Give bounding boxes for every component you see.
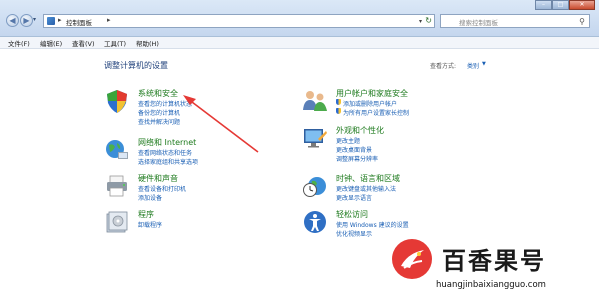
link-view-computer-status[interactable]: 查看您的计算机状态	[138, 99, 192, 108]
shield-icon[interactable]	[104, 88, 130, 114]
shield-icon	[336, 108, 341, 114]
category-title[interactable]: 外观和个性化	[336, 125, 384, 136]
menu-view[interactable]: 查看(V)	[72, 38, 95, 48]
brand-url: huangjinbaixiangguo.com	[436, 280, 546, 290]
appearance-icon[interactable]	[302, 125, 328, 151]
menu-help[interactable]: 帮助(H)	[136, 38, 159, 48]
menu-edit[interactable]: 编辑(E)	[40, 38, 62, 48]
category-hardware-sound: 硬件和声音 查看设备和打印机 添加设备	[104, 173, 274, 205]
link-recommended-settings[interactable]: 使用 Windows 建议的设置	[336, 220, 409, 229]
category-clock-language-region: 时钟、语言和区域 更改键盘或其他输入法 更改显示语言	[302, 173, 482, 205]
chevron-right-icon[interactable]: ▸	[107, 16, 111, 24]
category-title[interactable]: 时钟、语言和区域	[336, 173, 400, 184]
link-optimize-display[interactable]: 优化视频显示	[336, 229, 372, 238]
address-bar[interactable]: ▸ 控制面板 ▸ ▾ ↻	[43, 14, 435, 28]
shield-icon	[336, 99, 341, 105]
category-programs: 程序 卸载程序	[104, 209, 274, 237]
category-title[interactable]: 程序	[138, 209, 154, 220]
users-icon[interactable]	[302, 88, 328, 114]
brand-logo-icon	[392, 239, 432, 279]
category-title[interactable]: 硬件和声音	[138, 173, 178, 184]
watermark: 百香果号 huangjinbaixiangguo.com	[386, 237, 596, 291]
back-button[interactable]: ◀	[6, 14, 19, 27]
minimize-button[interactable]: –	[535, 0, 552, 10]
link-change-display-language[interactable]: 更改显示语言	[336, 193, 372, 202]
forward-button[interactable]: ▶	[20, 14, 33, 27]
link-parental-controls[interactable]: 为所有用户设置家长控制	[343, 108, 409, 117]
breadcrumb-control-panel[interactable]: 控制面板	[66, 17, 92, 27]
chevron-down-icon[interactable]: ▼	[482, 61, 486, 67]
search-icon[interactable]: ⚲	[579, 17, 585, 26]
address-dropdown-icon[interactable]: ▾	[419, 18, 422, 25]
programs-icon[interactable]	[104, 209, 130, 235]
category-network-internet: 网络和 Internet 查看网络状态和任务 选择家庭组和共享选项	[104, 137, 274, 169]
network-icon[interactable]	[104, 137, 130, 163]
link-desktop-background[interactable]: 更改桌面背景	[336, 145, 372, 154]
printer-icon[interactable]	[104, 173, 130, 199]
category-title[interactable]: 轻松访问	[336, 209, 368, 220]
menu-file[interactable]: 文件(F)	[8, 38, 30, 48]
link-screen-resolution[interactable]: 调整屏幕分辨率	[336, 154, 378, 163]
category-title[interactable]: 用户帐户和家庭安全	[336, 88, 408, 99]
link-add-device[interactable]: 添加设备	[138, 193, 162, 202]
link-uninstall-program[interactable]: 卸载程序	[138, 220, 162, 229]
control-panel-icon	[47, 17, 55, 25]
category-system-security: 系统和安全 查看您的计算机状态 备份您的计算机 查找并解决问题	[104, 88, 274, 128]
refresh-icon[interactable]: ↻	[425, 16, 432, 25]
view-by-label: 查看方式:	[430, 63, 457, 70]
title-bar: ◀ ▶ ▾ ▸ 控制面板 ▸ ▾ ↻ 搜索控制面板 ⚲ – □ ✕	[0, 0, 599, 37]
link-change-theme[interactable]: 更改主题	[336, 136, 360, 145]
window-controls: – □ ✕	[535, 0, 595, 10]
link-troubleshoot[interactable]: 查找并解决问题	[138, 117, 180, 126]
menu-bar: 文件(F) 编辑(E) 查看(V) 工具(T) 帮助(H)	[0, 37, 599, 49]
category-appearance: 外观和个性化 更改主题 更改桌面背景 调整屏幕分辨率	[302, 125, 482, 165]
link-backup-computer[interactable]: 备份您的计算机	[138, 108, 180, 117]
clock-globe-icon[interactable]	[302, 173, 328, 199]
category-title[interactable]: 系统和安全	[138, 88, 178, 99]
chevron-right-icon[interactable]: ▸	[58, 16, 62, 24]
ease-of-access-icon[interactable]	[302, 209, 328, 235]
link-network-status[interactable]: 查看网络状态和任务	[138, 148, 192, 157]
view-by-dropdown[interactable]: 类别	[467, 61, 479, 70]
search-placeholder: 搜索控制面板	[459, 19, 498, 27]
page-title: 调整计算机的设置	[104, 61, 168, 70]
maximize-button[interactable]: □	[552, 0, 569, 10]
menu-tools[interactable]: 工具(T)	[104, 38, 126, 48]
link-add-remove-accounts[interactable]: 添加或删除用户帐户	[343, 99, 397, 108]
category-user-accounts: 用户帐户和家庭安全 添加或删除用户帐户 为所有用户设置家长控制	[302, 88, 482, 120]
brand-name: 百香果号	[442, 247, 546, 275]
link-homegroup-sharing[interactable]: 选择家庭组和共享选项	[138, 157, 198, 166]
category-title[interactable]: 网络和 Internet	[138, 137, 196, 148]
history-dropdown-icon[interactable]: ▾	[33, 16, 36, 23]
link-change-input-method[interactable]: 更改键盘或其他输入法	[336, 184, 396, 193]
search-input[interactable]: 搜索控制面板 ⚲	[440, 14, 590, 28]
link-devices-printers[interactable]: 查看设备和打印机	[138, 184, 186, 193]
close-button[interactable]: ✕	[569, 0, 595, 10]
